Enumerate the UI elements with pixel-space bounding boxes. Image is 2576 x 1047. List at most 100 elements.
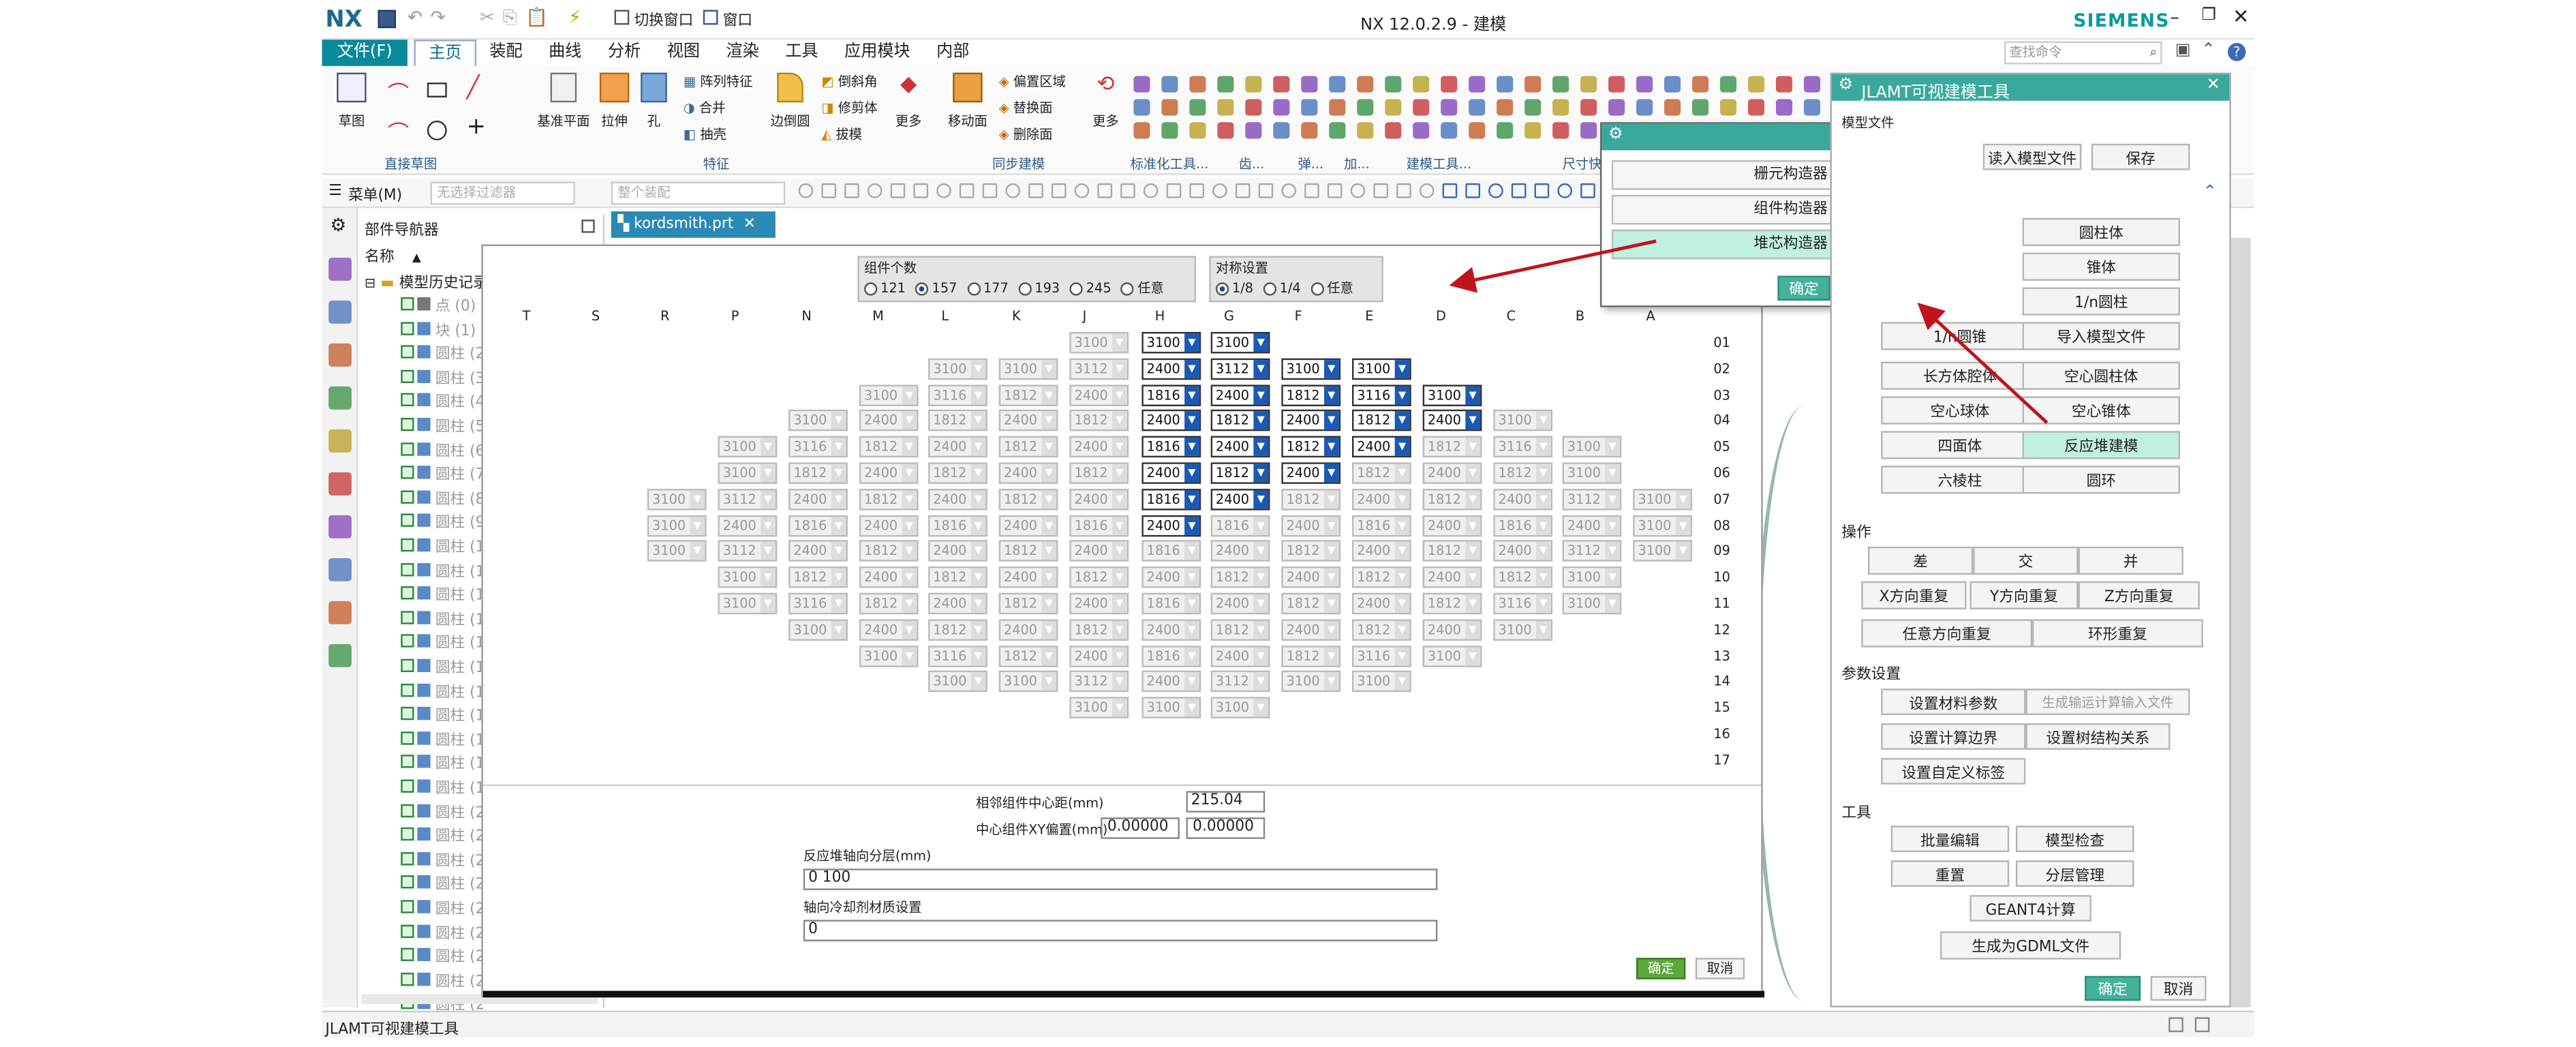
visibility-checkbox[interactable] [401,900,414,913]
history-item[interactable]: 圆柱 (2 [401,800,485,822]
close-icon[interactable]: ✕ [2233,5,2249,28]
tool-icon[interactable] [1413,76,1430,93]
edge-blend-button[interactable]: 边倒圆 [765,72,814,131]
panel-cancel-button[interactable]: 取消 [2150,975,2207,1001]
roles-icon[interactable] [328,558,352,581]
snap-point-icon[interactable] [1511,183,1527,198]
dropdown-arrow-icon[interactable]: ▼ [1465,412,1481,430]
assembly-select[interactable]: 2400 ▼ [1352,436,1411,458]
circle-icon[interactable] [427,120,447,140]
hole-button[interactable]: 孔 [637,72,670,131]
history-item[interactable]: 圆柱 (4 [401,391,485,412]
snap-point-icon[interactable] [844,183,859,198]
tool-icon[interactable] [1803,99,1821,116]
jlamt-close-icon[interactable]: ✕ [2207,76,2220,94]
extrude-button[interactable]: 拉伸 [595,72,634,131]
assembly-select[interactable]: 1812 ▼ [1210,410,1270,432]
snap-point-icon[interactable] [1442,183,1458,198]
offset-y-input[interactable]: 0.00000 [1186,817,1266,839]
tool-icon[interactable] [1775,99,1793,116]
operation-button-4[interactable]: Y方向重复 [1969,581,2079,609]
visibility-checkbox[interactable] [401,345,414,359]
history-item[interactable]: 圆柱 (2 [401,342,485,363]
repeat-command-icon[interactable]: ⚡ [568,7,581,28]
history-item[interactable]: 圆柱 (1 [401,656,485,677]
dropdown-arrow-icon[interactable]: ▼ [1394,385,1410,404]
status-icon-b[interactable] [2194,1017,2210,1033]
assembly-select[interactable]: 3100 ▼ [1281,358,1341,380]
visibility-checkbox[interactable] [401,321,414,335]
tool-icon[interactable] [1329,122,1346,139]
assembly-select[interactable]: 2400 ▼ [1141,514,1201,536]
assembly-select[interactable]: 3100 ▼ [1210,331,1270,354]
tool-icon[interactable] [1273,99,1290,116]
selection-filter-dropdown[interactable]: 无选择过滤器 [430,181,575,205]
tool-icon[interactable] [1524,76,1542,93]
shape-button-0[interactable]: 圆柱体 [2022,217,2181,246]
snap-point-icon[interactable] [1120,183,1135,198]
tool-icon[interactable] [1133,99,1150,116]
tool-icon[interactable] [1301,122,1318,139]
assembly-select[interactable]: 1812 ▼ [1352,410,1411,432]
dropdown-arrow-icon[interactable]: ▼ [1184,464,1199,483]
move-face-button[interactable]: 移动面 [943,72,992,131]
dropdown-arrow-icon[interactable]: ▼ [1324,464,1339,483]
tool-icon[interactable] [1441,76,1458,93]
snap-point-icon[interactable] [1189,183,1205,198]
dropdown-arrow-icon[interactable]: ▼ [1253,333,1269,352]
operation-button-3[interactable]: X方向重复 [1861,581,1967,609]
visibility-checkbox[interactable] [401,297,414,311]
datum-plane-button[interactable]: 基准平面 [536,72,592,131]
assembly-select[interactable]: 1816 ▼ [1141,384,1201,406]
assembly-select[interactable]: 3100 ▼ [1141,331,1201,354]
popup-ok-button[interactable]: 确定 [1777,275,1830,301]
tab-0[interactable]: 主页 [414,40,477,66]
ribbon-group-label-2[interactable]: 同步建模 [992,155,1045,174]
set-tree-button[interactable]: 设置树结构关系 [2025,723,2171,750]
dropdown-arrow-icon[interactable]: ▼ [1394,359,1410,378]
tool-icon[interactable] [1357,122,1374,139]
history-icon[interactable] [328,472,352,496]
visibility-checkbox[interactable] [401,514,414,528]
dropdown-arrow-icon[interactable]: ▼ [1184,385,1199,404]
paste-icon[interactable]: 📋 [525,7,548,28]
visibility-checkbox[interactable] [401,490,414,504]
tool-icon[interactable] [1441,122,1458,139]
operation-button-1[interactable]: 交 [1973,546,2079,575]
graphics-scrollbar[interactable] [2230,237,2251,1007]
visibility-checkbox[interactable] [401,586,414,600]
history-item[interactable]: 圆柱 (1 [401,607,485,629]
snap-point-icon[interactable] [1235,183,1251,198]
tool-icon[interactable] [1189,99,1206,116]
history-item[interactable]: 圆柱 (1 [401,535,485,556]
tool-icon[interactable] [1161,122,1178,139]
history-item[interactable]: 圆柱 (1 [401,776,485,798]
history-item[interactable]: 圆柱 (9 [401,511,485,532]
tool-icon[interactable] [1524,99,1542,116]
window-icon[interactable] [703,10,718,25]
dropdown-arrow-icon[interactable]: ▼ [1253,385,1269,404]
line-icon[interactable]: ╱ [467,76,480,100]
assembly-select[interactable]: 1812 ▼ [1281,436,1341,458]
history-item[interactable]: 圆柱 (2 [401,824,485,846]
tool-icon[interactable] [1720,76,1737,93]
tool-icon[interactable] [1664,76,1681,93]
shape-button-10[interactable]: 反应堆建模 [2022,431,2181,459]
help-icon[interactable]: ? [2227,42,2246,61]
collapse-ribbon-icon[interactable]: ⌃ [2201,42,2215,60]
window-menu[interactable]: 窗口 [723,8,752,29]
snap-point-icon[interactable] [867,183,883,198]
radio-core.sym_options-2[interactable]: 任意 [1310,279,1353,297]
tool-icon[interactable] [1245,122,1262,139]
shape-button-5[interactable]: 长方体腔体 [1881,361,2039,390]
snap-point-icon[interactable] [1488,183,1503,198]
collapse-section-icon[interactable]: ⌃ [2203,183,2217,202]
snap-point-icon[interactable] [1396,183,1411,198]
operation-button-6[interactable]: 任意方向重复 [1861,619,2033,648]
tool-icon[interactable] [1552,76,1569,93]
history-item[interactable]: 圆柱 (1 [401,752,485,774]
arc-icon[interactable]: ⌒ [388,116,409,147]
assembly-select[interactable]: 1812 ▼ [1281,384,1341,406]
reset-button[interactable]: 重置 [1890,860,2010,887]
visibility-checkbox[interactable] [401,562,414,576]
